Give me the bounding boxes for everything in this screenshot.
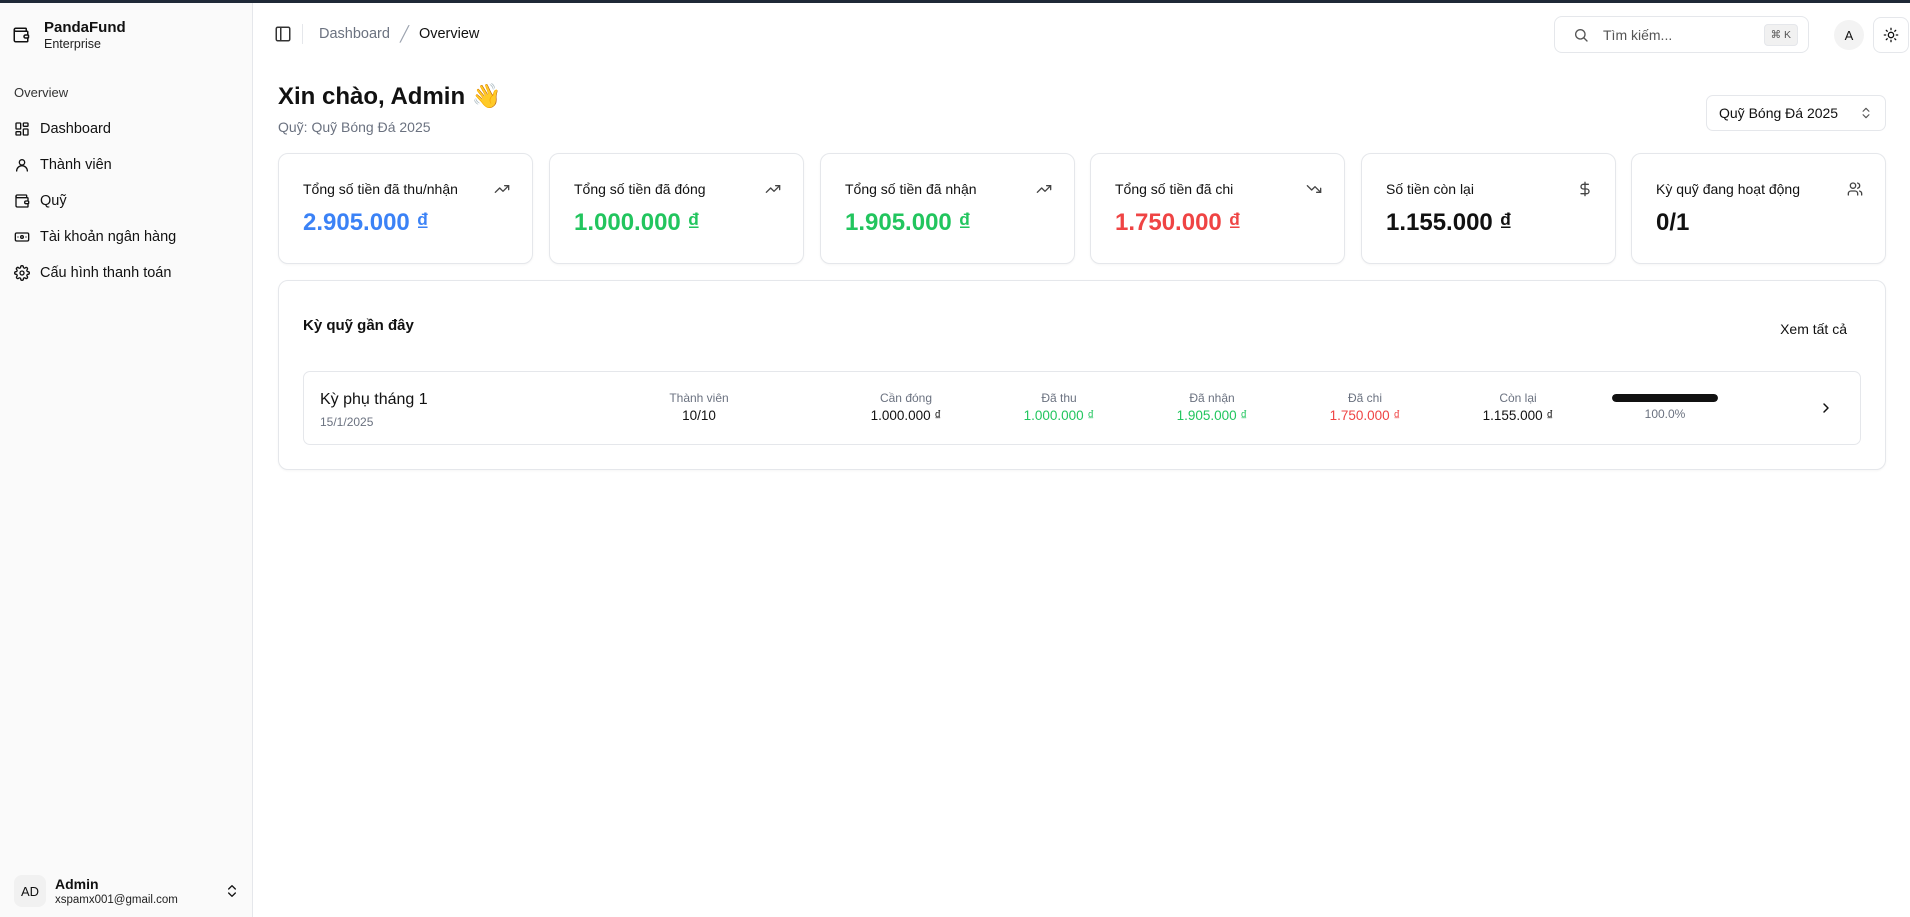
dollar-icon bbox=[1580, 181, 1590, 197]
user-avatar-button[interactable]: A bbox=[1834, 20, 1864, 50]
breadcrumb-separator: ╱ bbox=[399, 26, 409, 43]
col-label: Cần đóng bbox=[879, 391, 933, 405]
panel-title: Kỳ quỹ gần đây bbox=[303, 317, 414, 334]
user-menu[interactable]: AD Admin xspamx001@gmail.com bbox=[14, 871, 240, 911]
sidebar-toggle-icon[interactable] bbox=[274, 25, 292, 43]
trending-up-icon bbox=[494, 185, 510, 193]
user-name: Admin bbox=[55, 876, 99, 892]
breadcrumb-link-dashboard[interactable]: Dashboard bbox=[319, 26, 390, 42]
col-value: 1.155.000 ₫ bbox=[1482, 408, 1554, 423]
fund-subtitle: Quỹ: Quỹ Bóng Đá 2025 bbox=[278, 119, 431, 135]
user-email: xspamx001@gmail.com bbox=[55, 894, 178, 906]
stat-card-title: Kỳ quỹ đang hoạt động bbox=[1656, 181, 1801, 197]
col-value: 10/10 bbox=[682, 408, 716, 423]
stat-card-total-contributed: Tổng số tiền đã đóng 1.000.000 ₫ bbox=[549, 153, 804, 264]
user-icon bbox=[16, 159, 28, 172]
stat-card-title: Tổng số tiền đã nhận bbox=[845, 181, 977, 197]
wallet-icon bbox=[13, 27, 30, 43]
stat-card-value: 0/1 bbox=[1656, 209, 1690, 236]
period-spent: Đã chi 1.750.000 ₫ bbox=[1305, 391, 1425, 423]
wallet-icon bbox=[15, 194, 30, 208]
col-value: 1.905.000 ₫ bbox=[1176, 408, 1248, 423]
period-row[interactable]: Kỳ phụ tháng 1 15/1/2025 Thành viên 10/1… bbox=[303, 371, 1861, 445]
page-title: Xin chào, Admin 👋 bbox=[278, 83, 502, 110]
header-divider bbox=[302, 24, 303, 44]
stat-card-value: 1.905.000 ₫ bbox=[845, 209, 971, 236]
stat-card-title: Tổng số tiền đã thu/nhận bbox=[303, 181, 458, 197]
sidebar-item-members[interactable]: Thành viên bbox=[14, 147, 240, 183]
dashboard-icon bbox=[15, 122, 29, 136]
period-received: Đã nhận 1.905.000 ₫ bbox=[1152, 391, 1272, 423]
search-box[interactable]: Tìm kiếm... ⌘ K bbox=[1554, 16, 1809, 53]
gear-icon bbox=[14, 265, 30, 281]
stat-card-remaining: Số tiền còn lại 1.155.000 ₫ bbox=[1361, 153, 1616, 264]
brand-subtitle: Enterprise bbox=[44, 37, 101, 51]
col-label: Thành viên bbox=[669, 391, 729, 405]
col-label: Đã thu bbox=[1041, 391, 1077, 405]
stat-card-value: 1.155.000 ₫ bbox=[1386, 209, 1512, 236]
period-progress-bar bbox=[1612, 394, 1718, 402]
sidebar-item-bank-accounts[interactable]: Tài khoản ngân hàng bbox=[14, 219, 240, 255]
col-label: Đã chi bbox=[1347, 391, 1382, 405]
breadcrumb: Dashboard ╱ Overview bbox=[319, 25, 479, 43]
sidebar-item-label: Thành viên bbox=[40, 157, 112, 173]
header: Dashboard ╱ Overview Tìm kiếm... ⌘ K A bbox=[254, 3, 1910, 65]
stat-card-value: 1.750.000 ₫ bbox=[1115, 209, 1241, 236]
period-remaining: Còn lại 1.155.000 ₫ bbox=[1458, 391, 1578, 423]
period-name: Kỳ phụ tháng 1 bbox=[320, 391, 428, 408]
fund-select-value: Quỹ Bóng Đá 2025 bbox=[1719, 105, 1839, 121]
stat-card-title: Tổng số tiền đã chi bbox=[1115, 181, 1234, 197]
sidebar-item-label: Dashboard bbox=[40, 121, 111, 137]
recent-periods-panel: Kỳ quỹ gần đây Xem tất cả Kỳ phụ tháng 1… bbox=[278, 280, 1886, 470]
col-label: Đã nhận bbox=[1189, 391, 1235, 405]
sun-icon bbox=[1883, 27, 1899, 43]
banknote-icon bbox=[14, 232, 30, 242]
sidebar-item-funds[interactable]: Quỹ bbox=[14, 183, 240, 219]
search-placeholder: Tìm kiếm... bbox=[1603, 26, 1673, 43]
sidebar-nav: Dashboard Thành viên Quỹ Tài khoản ngân … bbox=[14, 111, 240, 291]
sidebar-item-dashboard[interactable]: Dashboard bbox=[14, 111, 240, 147]
view-all-button[interactable]: Xem tất cả bbox=[1780, 321, 1847, 337]
stat-card-value: 1.000.000 ₫ bbox=[574, 209, 700, 236]
chevrons-up-down-icon bbox=[1862, 107, 1870, 119]
trending-up-icon bbox=[765, 185, 781, 193]
period-progress-label: 100.0% bbox=[1644, 407, 1686, 421]
search-shortcut: ⌘ K bbox=[1763, 23, 1798, 46]
col-value: 1.000.000 ₫ bbox=[1023, 408, 1095, 423]
sidebar-item-label: Tài khoản ngân hàng bbox=[40, 229, 177, 245]
chevrons-up-down-icon bbox=[228, 885, 236, 897]
period-progress-fill bbox=[1612, 394, 1718, 402]
avatar: AD bbox=[14, 875, 46, 907]
sidebar-item-label: Quỹ bbox=[40, 193, 67, 209]
sidebar-item-payment-config[interactable]: Cấu hình thanh toán bbox=[14, 255, 240, 291]
period-date: 15/1/2025 bbox=[320, 415, 374, 429]
breadcrumb-current: Overview bbox=[418, 26, 480, 42]
period-due: Cần đóng 1.000.000 ₫ bbox=[846, 391, 966, 423]
fund-select[interactable]: Quỹ Bóng Đá 2025 bbox=[1706, 95, 1886, 131]
theme-toggle-button[interactable] bbox=[1873, 17, 1909, 53]
chevron-right-icon[interactable] bbox=[1818, 400, 1834, 416]
trending-up-icon bbox=[1036, 185, 1052, 193]
brand-name: PandaFund bbox=[44, 19, 126, 36]
stat-card-title: Số tiền còn lại bbox=[1386, 181, 1474, 197]
search-icon bbox=[1575, 28, 1588, 42]
users-icon bbox=[1847, 182, 1863, 196]
stat-card-total-received: Tổng số tiền đã nhận 1.905.000 ₫ bbox=[820, 153, 1075, 264]
period-collected: Đã thu 1.000.000 ₫ bbox=[999, 391, 1119, 423]
period-members: Thành viên 10/10 bbox=[639, 391, 759, 423]
stat-card-value: 2.905.000 ₫ bbox=[303, 209, 429, 236]
col-value: 1.000.000 ₫ bbox=[870, 408, 942, 423]
stat-card-title: Tổng số tiền đã đóng bbox=[574, 181, 706, 197]
stat-card-total-spent: Tổng số tiền đã chi 1.750.000 ₫ bbox=[1090, 153, 1345, 264]
sidebar: PandaFund Enterprise Overview Dashboard … bbox=[0, 3, 253, 917]
stat-card-active-periods: Kỳ quỹ đang hoạt động 0/1 bbox=[1631, 153, 1886, 264]
col-value: 1.750.000 ₫ bbox=[1329, 408, 1401, 423]
trending-down-icon bbox=[1306, 185, 1322, 193]
brand[interactable]: PandaFund Enterprise bbox=[12, 19, 126, 51]
sidebar-item-label: Cấu hình thanh toán bbox=[40, 265, 172, 281]
stat-card-total-income: Tổng số tiền đã thu/nhận 2.905.000 ₫ bbox=[278, 153, 533, 264]
nav-group-label: Overview bbox=[14, 85, 69, 100]
col-label: Còn lại bbox=[1499, 391, 1537, 405]
